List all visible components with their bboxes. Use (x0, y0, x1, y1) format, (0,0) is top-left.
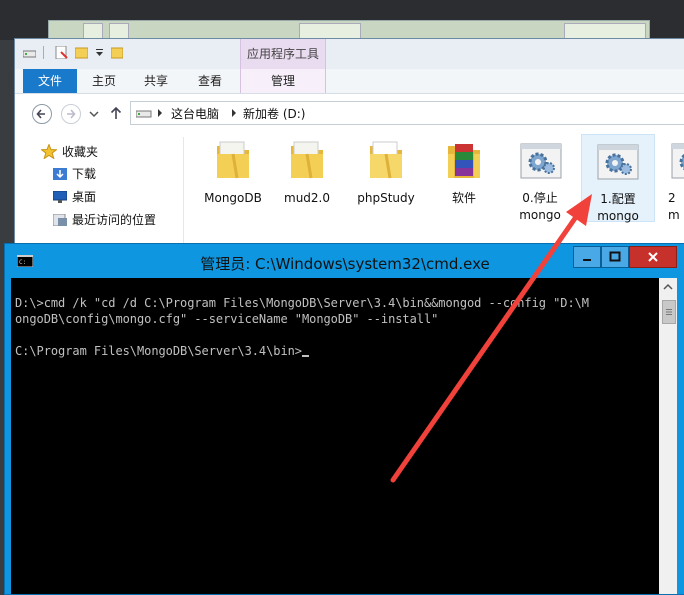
forward-button[interactable] (61, 104, 81, 124)
file-label: 2m (668, 191, 680, 222)
file-stop-mongo[interactable]: 0.停止 mongo (505, 134, 575, 222)
breadcrumb-drive-d[interactable]: 新加卷 (D:) (243, 105, 305, 122)
vertical-scrollbar[interactable] (659, 278, 677, 594)
tab-manage[interactable]: 管理 (240, 69, 326, 93)
batch-file-gear-icon (597, 144, 639, 180)
file-label: 软件 (451, 191, 476, 205)
pane-divider (183, 137, 184, 254)
winrar-archive-icon (448, 144, 480, 178)
console-output[interactable]: D:\>cmd /k "cd /d C:\Program Files\Mongo… (11, 278, 659, 594)
folder-icon (111, 47, 123, 59)
folder-icon (291, 141, 323, 179)
breadcrumb-this-pc[interactable]: 这台电脑 (171, 105, 219, 122)
file-partial-2[interactable]: 2m (660, 134, 684, 222)
drive-icon (136, 110, 152, 118)
nav-item-recent-places[interactable]: 最近访问的位置 (72, 211, 156, 229)
tab-share[interactable]: 共享 (135, 69, 177, 93)
minimize-button[interactable] (573, 246, 601, 268)
close-icon (648, 252, 658, 262)
grip-icon (666, 309, 672, 315)
scrollbar-thumb[interactable] (662, 300, 676, 324)
back-button[interactable] (32, 104, 52, 124)
downloads-icon (53, 168, 67, 180)
nav-favorites[interactable]: 收藏夹 (62, 143, 98, 161)
text-cursor (302, 355, 309, 357)
close-button[interactable] (629, 246, 677, 268)
svg-text:C:: C: (19, 259, 26, 266)
tab-home[interactable]: 主页 (83, 69, 125, 93)
customize-toolbar-icon[interactable] (95, 46, 104, 59)
folder-icon (370, 141, 402, 179)
star-icon (41, 144, 57, 159)
file-label: mud2.0 (284, 191, 330, 205)
folder-mongodb[interactable]: MongoDB (198, 134, 268, 222)
cmd-app-icon[interactable]: C: (17, 255, 33, 267)
cmd-window: C: 管理员: C:\Windows\system32\cmd.exe D:\>… (4, 243, 684, 595)
batch-file-gear-icon (671, 143, 684, 179)
folder-mud2[interactable]: mud2.0 (272, 134, 342, 222)
scroll-up-icon[interactable] (662, 282, 674, 292)
explorer-title-bar (15, 39, 684, 69)
archive-software[interactable]: 软件 (429, 134, 499, 222)
console-line: D:\>cmd /k "cd /d C:\Program Files\Mongo… (15, 296, 589, 310)
recent-locations-chevron-icon[interactable] (89, 110, 99, 118)
new-folder-icon[interactable] (75, 46, 88, 59)
file-config-mongo[interactable]: 1.配置 mongo (581, 134, 655, 223)
minimize-icon (583, 259, 591, 261)
recent-places-icon (53, 214, 67, 226)
file-explorer-window: 应用程序工具 管理 文件 主页 共享 查看 这台电脑 新加卷 (D:) 收藏夹 … (14, 38, 684, 254)
console-prompt: C:\Program Files\MongoDB\Server\3.4\bin> (15, 344, 309, 358)
folder-phpstudy[interactable]: phpStudy (351, 134, 421, 222)
file-label: phpStudy (357, 191, 415, 205)
file-label: 0.停止 mongo (519, 191, 561, 222)
tab-file[interactable]: 文件 (23, 69, 77, 93)
navigation-pane: 收藏夹 下载 桌面 最近访问的位置 (15, 137, 180, 254)
nav-item-downloads[interactable]: 下载 (72, 165, 96, 183)
breadcrumb-chevron-icon[interactable] (157, 109, 163, 117)
cmd-title-bar[interactable]: C: 管理员: C:\Windows\system32\cmd.exe (5, 244, 684, 278)
up-arrow-icon[interactable] (110, 106, 122, 120)
forward-arrow-icon (67, 109, 76, 119)
tab-view[interactable]: 查看 (189, 69, 231, 93)
maximize-button[interactable] (601, 246, 629, 268)
properties-icon[interactable] (55, 46, 68, 59)
cmd-window-title: 管理员: C:\Windows\system32\cmd.exe (200, 255, 490, 273)
batch-file-gear-icon (520, 143, 562, 179)
file-label: MongoDB (204, 191, 262, 205)
system-drive-icon[interactable] (23, 46, 36, 59)
breadcrumb-chevron-icon[interactable] (231, 109, 237, 117)
address-bar[interactable]: 这台电脑 新加卷 (D:) (130, 101, 684, 125)
toolbar-separator (43, 46, 44, 59)
file-label: 1.配置 mongo (597, 192, 639, 223)
console-line: ongoDB\config\mongo.cfg" --serviceName "… (15, 312, 439, 326)
nav-item-desktop[interactable]: 桌面 (72, 188, 96, 206)
folder-icon (217, 141, 249, 179)
maximize-icon (609, 251, 621, 262)
desktop-icon (53, 191, 67, 203)
console-prompt-text: C:\Program Files\MongoDB\Server\3.4\bin> (15, 344, 302, 358)
app-tools-context-label: 应用程序工具 (240, 39, 326, 69)
back-arrow-icon (36, 109, 45, 119)
